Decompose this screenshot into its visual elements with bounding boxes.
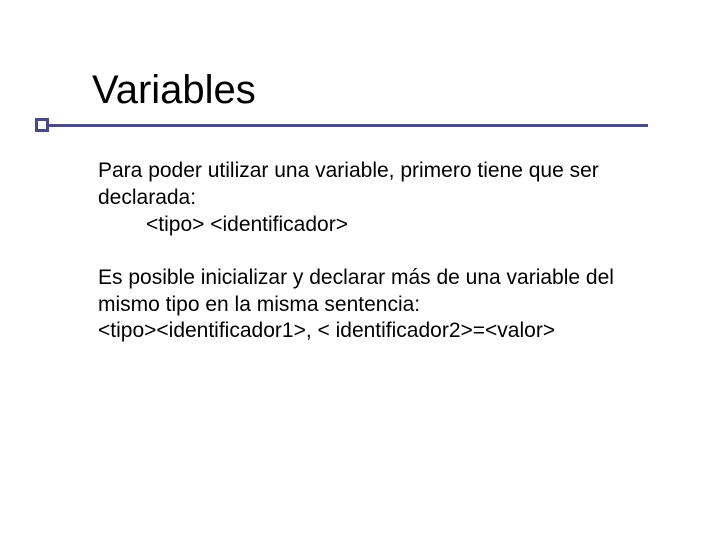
p2-line: Es posible inicializar y declarar más de… (98, 266, 614, 316)
p1-line: Para poder utilizar una variable, primer… (98, 159, 599, 209)
p2-syntax: <tipo><identificador1>, < identificador2… (98, 319, 555, 342)
title-underline (38, 124, 648, 127)
body-text: Para poder utilizar una variable, primer… (98, 158, 658, 371)
p1-syntax: <tipo> <identificador> (98, 213, 348, 236)
paragraph-1: Para poder utilizar una variable, primer… (98, 158, 658, 239)
title-wrap: Variables (92, 68, 256, 112)
slide: Variables Para poder utilizar una variab… (0, 0, 720, 540)
slide-title: Variables (92, 68, 256, 112)
paragraph-2: Es posible inicializar y declarar más de… (98, 265, 658, 346)
